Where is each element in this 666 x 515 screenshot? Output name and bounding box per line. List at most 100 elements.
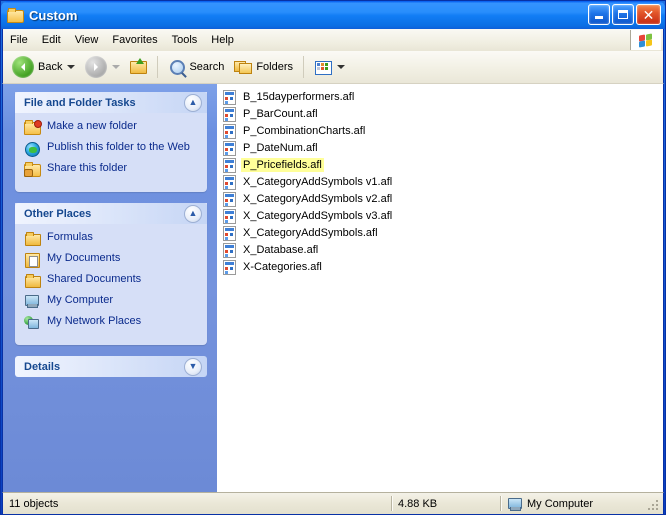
menu-edit[interactable]: Edit xyxy=(35,32,68,48)
list-item-selected[interactable]: P_Pricefields.afl xyxy=(219,156,663,173)
search-icon xyxy=(168,59,186,75)
toolbar-separator xyxy=(157,56,159,78)
windows-flag-button[interactable] xyxy=(630,30,661,50)
file-name: P_BarCount.afl xyxy=(243,107,318,120)
folders-icon xyxy=(234,59,253,75)
panel-title: Other Places xyxy=(24,207,92,220)
status-bar: 11 objects 4.88 KB My Computer xyxy=(2,492,664,514)
place-label: My Network Places xyxy=(47,315,142,327)
my-computer-icon xyxy=(24,294,41,310)
search-button[interactable]: Search xyxy=(163,53,229,81)
file-name: X_CategoryAddSymbols.afl xyxy=(243,226,378,239)
file-name: X_CategoryAddSymbols v3.afl xyxy=(243,209,393,222)
file-name: P_DateNum.afl xyxy=(243,141,318,154)
forward-dropdown-icon xyxy=(112,65,121,69)
maximize-button[interactable] xyxy=(612,4,634,25)
menu-tools[interactable]: Tools xyxy=(165,32,205,48)
list-item[interactable]: X_CategoryAddSymbols v1.afl xyxy=(219,173,663,190)
chevron-up-icon[interactable]: ▲ xyxy=(184,93,202,112)
window-title: Custom xyxy=(29,7,78,23)
status-object-count: 11 objects xyxy=(9,497,59,510)
list-item[interactable]: X_CategoryAddSymbols v3.afl xyxy=(219,207,663,224)
afl-file-icon xyxy=(221,106,237,122)
list-item[interactable]: P_BarCount.afl xyxy=(219,105,663,122)
list-item[interactable]: X_Database.afl xyxy=(219,241,663,258)
my-computer-icon xyxy=(507,497,523,511)
folder-icon xyxy=(24,231,41,247)
views-button[interactable] xyxy=(309,53,350,81)
explorer-body: File and Folder Tasks ▲ Make a new folde… xyxy=(2,84,664,492)
list-item[interactable]: B_15dayperformers.afl xyxy=(219,88,663,105)
folders-label: Folders xyxy=(256,61,294,73)
list-item[interactable]: X_CategoryAddSymbols.afl xyxy=(219,224,663,241)
task-make-a-new-folder[interactable]: Make a new folder xyxy=(24,120,201,136)
folders-button[interactable]: Folders xyxy=(229,53,298,81)
list-item[interactable]: X-Categories.afl xyxy=(219,258,663,275)
panel-title: Details xyxy=(24,360,61,373)
panel-details: Details ▼ xyxy=(15,356,207,377)
panel-header[interactable]: File and Folder Tasks ▲ xyxy=(15,92,207,113)
panel-other-places: Other Places ▲ Formulas My Documents Sha… xyxy=(15,203,207,345)
afl-file-icon xyxy=(221,225,237,241)
back-dropdown-icon[interactable] xyxy=(67,65,76,69)
afl-file-icon xyxy=(221,208,237,224)
place-label: Formulas xyxy=(47,231,93,243)
chevron-up-icon[interactable]: ▲ xyxy=(184,204,202,223)
place-my-documents[interactable]: My Documents xyxy=(24,252,201,268)
panel-header[interactable]: Details ▼ xyxy=(15,356,207,377)
list-item[interactable]: P_DateNum.afl xyxy=(219,139,663,156)
panel-body: Formulas My Documents Shared Documents M… xyxy=(15,224,207,345)
place-my-network-places[interactable]: My Network Places xyxy=(24,315,201,331)
views-icon xyxy=(314,59,333,75)
toolbar-separator-2 xyxy=(303,56,305,78)
list-item[interactable]: P_CombinationCharts.afl xyxy=(219,122,663,139)
menu-favorites[interactable]: Favorites xyxy=(105,32,164,48)
status-location-label: My Computer xyxy=(527,497,594,510)
forward-button[interactable] xyxy=(80,53,125,81)
task-pane: File and Folder Tasks ▲ Make a new folde… xyxy=(3,84,217,492)
menu-view[interactable]: View xyxy=(68,32,106,48)
afl-file-icon xyxy=(221,140,237,156)
views-dropdown-icon[interactable] xyxy=(337,65,346,69)
file-list-view[interactable]: B_15dayperformers.afl P_BarCount.afl P_C… xyxy=(217,84,663,492)
afl-file-icon xyxy=(221,191,237,207)
file-name: B_15dayperformers.afl xyxy=(243,90,355,103)
place-label: Shared Documents xyxy=(47,273,142,285)
forward-arrow-icon xyxy=(85,56,108,78)
explorer-window: Custom ✕ File Edit View Favorites Tools … xyxy=(0,0,666,515)
share-folder-icon xyxy=(24,162,41,178)
menu-help[interactable]: Help xyxy=(204,32,241,48)
menu-file[interactable]: File xyxy=(3,32,35,48)
place-my-computer[interactable]: My Computer xyxy=(24,294,201,310)
folder-open-icon xyxy=(7,8,24,23)
panel-header[interactable]: Other Places ▲ xyxy=(15,203,207,224)
close-button[interactable]: ✕ xyxy=(636,4,661,25)
file-name: X_Database.afl xyxy=(243,243,319,256)
task-share-this-folder[interactable]: Share this folder xyxy=(24,162,201,178)
chevron-down-icon[interactable]: ▼ xyxy=(184,357,202,376)
back-button[interactable]: Back xyxy=(7,53,80,81)
place-label: My Computer xyxy=(47,294,114,306)
task-label: Publish this folder to the Web xyxy=(47,141,190,153)
place-shared-documents[interactable]: Shared Documents xyxy=(24,273,201,289)
afl-file-icon xyxy=(221,174,237,190)
windows-flag-icon xyxy=(638,32,654,48)
up-folder-icon xyxy=(130,58,148,75)
list-item[interactable]: X_CategoryAddSymbols v2.afl xyxy=(219,190,663,207)
panel-body: Make a new folder Publish this folder to… xyxy=(15,113,207,192)
minimize-icon xyxy=(595,16,603,19)
resize-grip[interactable] xyxy=(648,500,660,512)
panel-file-and-folder-tasks: File and Folder Tasks ▲ Make a new folde… xyxy=(15,92,207,192)
place-formulas[interactable]: Formulas xyxy=(24,231,201,247)
place-label: My Documents xyxy=(47,252,121,264)
menu-bar: File Edit View Favorites Tools Help xyxy=(2,29,664,51)
file-name: X_CategoryAddSymbols v2.afl xyxy=(243,192,393,205)
task-publish-this-folder-to-the-web[interactable]: Publish this folder to the Web xyxy=(24,141,201,157)
maximize-icon xyxy=(618,10,628,19)
new-folder-icon xyxy=(24,120,42,136)
my-documents-icon xyxy=(24,252,41,268)
up-button[interactable] xyxy=(125,53,152,81)
afl-file-icon xyxy=(221,242,237,258)
search-label: Search xyxy=(189,61,225,73)
minimize-button[interactable] xyxy=(588,4,610,25)
